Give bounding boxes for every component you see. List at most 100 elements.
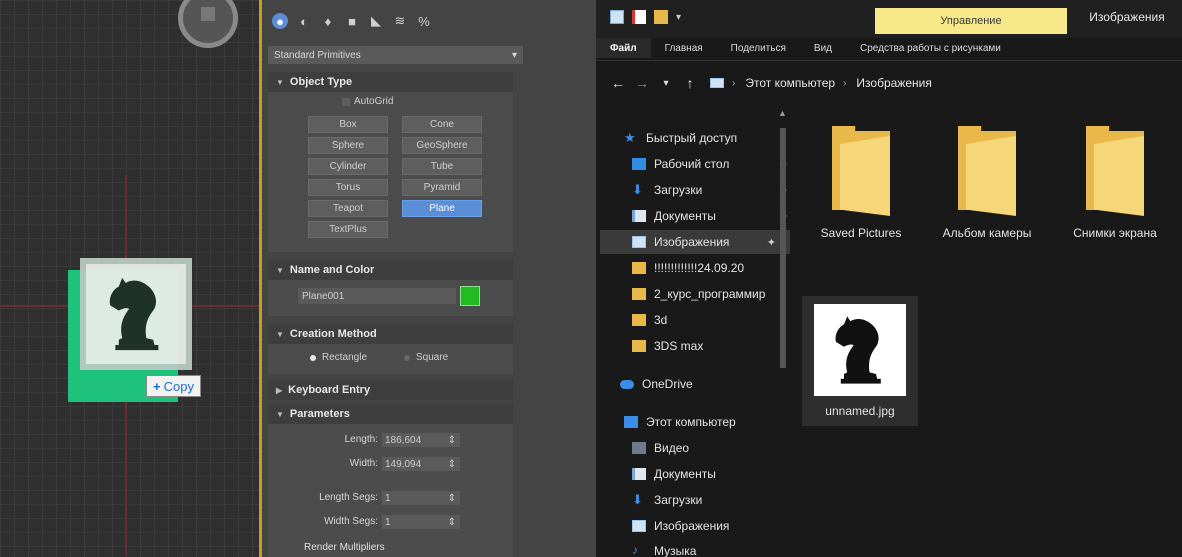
nav-item-label: Видео [654, 441, 690, 455]
folder-icon [1086, 126, 1144, 216]
up-arrow-icon[interactable]: ↑ [678, 75, 702, 91]
nav-item-label: Быстрый доступ [646, 131, 738, 145]
rollout-title: Name and Color [289, 264, 375, 276]
spinner-arrows-icon: ⇕ [447, 458, 456, 470]
ribbon-tab-file[interactable]: Файл [596, 38, 651, 58]
viewport[interactable]: + Copy [0, 0, 262, 557]
folder-tile[interactable]: Снимки экрана [1050, 126, 1180, 240]
folder-tile[interactable]: Альбом камеры [922, 126, 1052, 240]
autogrid-checkbox[interactable]: AutoGrid [342, 96, 393, 107]
back-arrow-icon[interactable]: ← [606, 75, 630, 91]
breadcrumb-pictures[interactable]: Изображения [856, 76, 931, 90]
pyramid-button[interactable]: Pyramid [402, 179, 482, 196]
ribbon-tab-home[interactable]: Главная [651, 38, 717, 58]
plane-button[interactable]: Plane [402, 200, 482, 217]
object-type-buttons: Box Cone Sphere GeoSphere Cylinder Tube … [308, 116, 482, 238]
star-icon: ★ [624, 130, 636, 145]
tube-button[interactable]: Tube [402, 158, 482, 175]
customize-toolbar-icon[interactable]: ▾ [676, 12, 681, 23]
length-spinner[interactable]: 186,604 ⇕ [382, 433, 460, 447]
square-radio[interactable]: Square [404, 352, 448, 363]
object-name-field[interactable]: Plane001 [298, 288, 456, 304]
rollout-creation-method: ▼ Creation Method Rectangle Square [268, 324, 513, 374]
nav-item-onedrive[interactable]: OneDrive [620, 372, 790, 396]
rectangle-radio[interactable]: Rectangle [310, 352, 367, 363]
rollout-header[interactable]: ▼ Object Type [268, 72, 513, 92]
nav-scrollbar[interactable]: ▲ [776, 108, 790, 368]
properties-icon[interactable] [632, 10, 646, 24]
explorer-app-icon[interactable] [610, 10, 624, 24]
documents-icon [632, 468, 646, 480]
checkbox-icon [342, 97, 350, 106]
folder-tile[interactable]: Saved Pictures [796, 126, 926, 240]
rollout-header[interactable]: ▼ Parameters [268, 404, 513, 424]
nav-item-pictures[interactable]: Изображения [632, 514, 802, 538]
rollout-object-type: ▼ Object Type AutoGrid Box Cone Sphere G… [268, 72, 513, 252]
breadcrumb-this-pc[interactable]: Этот компьютер [745, 76, 835, 90]
breadcrumb-separator-icon: › [843, 77, 847, 89]
length-segs-value: 1 [385, 492, 391, 504]
rollout-header[interactable]: ▶ Keyboard Entry [268, 380, 513, 400]
hierarchy-tab-icon[interactable]: ♦ [320, 13, 336, 29]
nav-item-label: Изображения [654, 519, 730, 533]
category-dropdown[interactable]: Standard Primitives ▾ [268, 46, 523, 64]
folder-icon [632, 340, 646, 352]
length-segs-spinner[interactable]: 1 ⇕ [382, 491, 460, 505]
scrollbar-thumb[interactable] [780, 128, 786, 368]
dragged-image-preview [80, 258, 192, 370]
ribbon-tab-share[interactable]: Поделиться [717, 38, 800, 58]
ribbon-tabs: Файл Главная Поделиться Вид Средства раб… [596, 38, 1182, 58]
ribbon-tab-picture-tools[interactable]: Средства работы с рисунками [846, 38, 1015, 58]
textplus-button[interactable]: TextPlus [308, 221, 388, 238]
rectangle-label: Rectangle [322, 352, 368, 363]
motion-tab-icon[interactable]: ■ [344, 13, 360, 29]
collapse-icon: ▼ [276, 77, 284, 87]
nav-item-videos[interactable]: Видео [632, 436, 802, 460]
modify-tab-icon[interactable]: ◐ [296, 13, 312, 29]
sphere-button[interactable]: Sphere [308, 137, 388, 154]
square-label: Square [416, 352, 449, 363]
viewcube-icon[interactable] [178, 0, 238, 48]
collapse-icon: ▼ [276, 329, 284, 339]
nav-item-pictures[interactable]: Изображения ✦ [600, 230, 790, 254]
pictures-location-icon [710, 78, 724, 88]
cylinder-button[interactable]: Cylinder [308, 158, 388, 175]
rollout-header[interactable]: ▼ Name and Color [268, 260, 513, 280]
create-tab-icon[interactable]: ● [272, 13, 288, 29]
nav-item-music[interactable]: ♪ Музыка [632, 540, 802, 557]
file-tile[interactable]: unnamed.jpg [802, 296, 918, 426]
cone-button[interactable]: Cone [402, 116, 482, 133]
rollout-title: Keyboard Entry [288, 384, 371, 396]
display-tab-icon[interactable]: ◣ [368, 13, 384, 29]
plus-icon: + [153, 378, 161, 394]
file-name: unnamed.jpg [825, 404, 895, 418]
forward-arrow-icon[interactable]: → [630, 75, 654, 91]
rollout-parameters: ▼ Parameters Length: 186,604 ⇕ Width: 14… [268, 404, 513, 557]
category-dropdown-value: Standard Primitives [274, 49, 361, 61]
scroll-up-icon[interactable]: ▲ [778, 108, 787, 118]
object-color-swatch[interactable] [460, 286, 480, 306]
width-segs-spinner[interactable]: 1 ⇕ [382, 515, 460, 529]
link-tab-icon[interactable]: % [416, 13, 432, 29]
teapot-button[interactable]: Teapot [308, 200, 388, 217]
pin-icon[interactable]: ✦ [767, 236, 776, 249]
geosphere-button[interactable]: GeoSphere [402, 137, 482, 154]
rollout-header[interactable]: ▼ Creation Method [268, 324, 513, 344]
width-spinner[interactable]: 149,094 ⇕ [382, 457, 460, 471]
nav-item-downloads[interactable]: ⬇ Загрузки [632, 488, 802, 512]
new-folder-icon[interactable] [654, 10, 668, 24]
copy-tooltip-label: Copy [163, 378, 194, 394]
box-button[interactable]: Box [308, 116, 388, 133]
utilities-tab-icon[interactable]: ≋ [392, 13, 408, 29]
manage-tab[interactable]: Управление [875, 8, 1067, 34]
desktop-icon [632, 158, 646, 170]
nav-item-documents[interactable]: Документы [632, 462, 802, 486]
title-bar: ▾ Управление Изображения [596, 0, 1182, 38]
recent-locations-icon[interactable]: ▾ [654, 78, 678, 89]
rollout-title: Object Type [289, 76, 353, 88]
nav-item-quick-access[interactable]: ★ Быстрый доступ [624, 126, 794, 150]
nav-item-this-pc[interactable]: Этот компьютер [624, 410, 794, 434]
video-icon [632, 442, 646, 454]
torus-button[interactable]: Torus [308, 179, 388, 196]
ribbon-tab-view[interactable]: Вид [800, 38, 846, 58]
